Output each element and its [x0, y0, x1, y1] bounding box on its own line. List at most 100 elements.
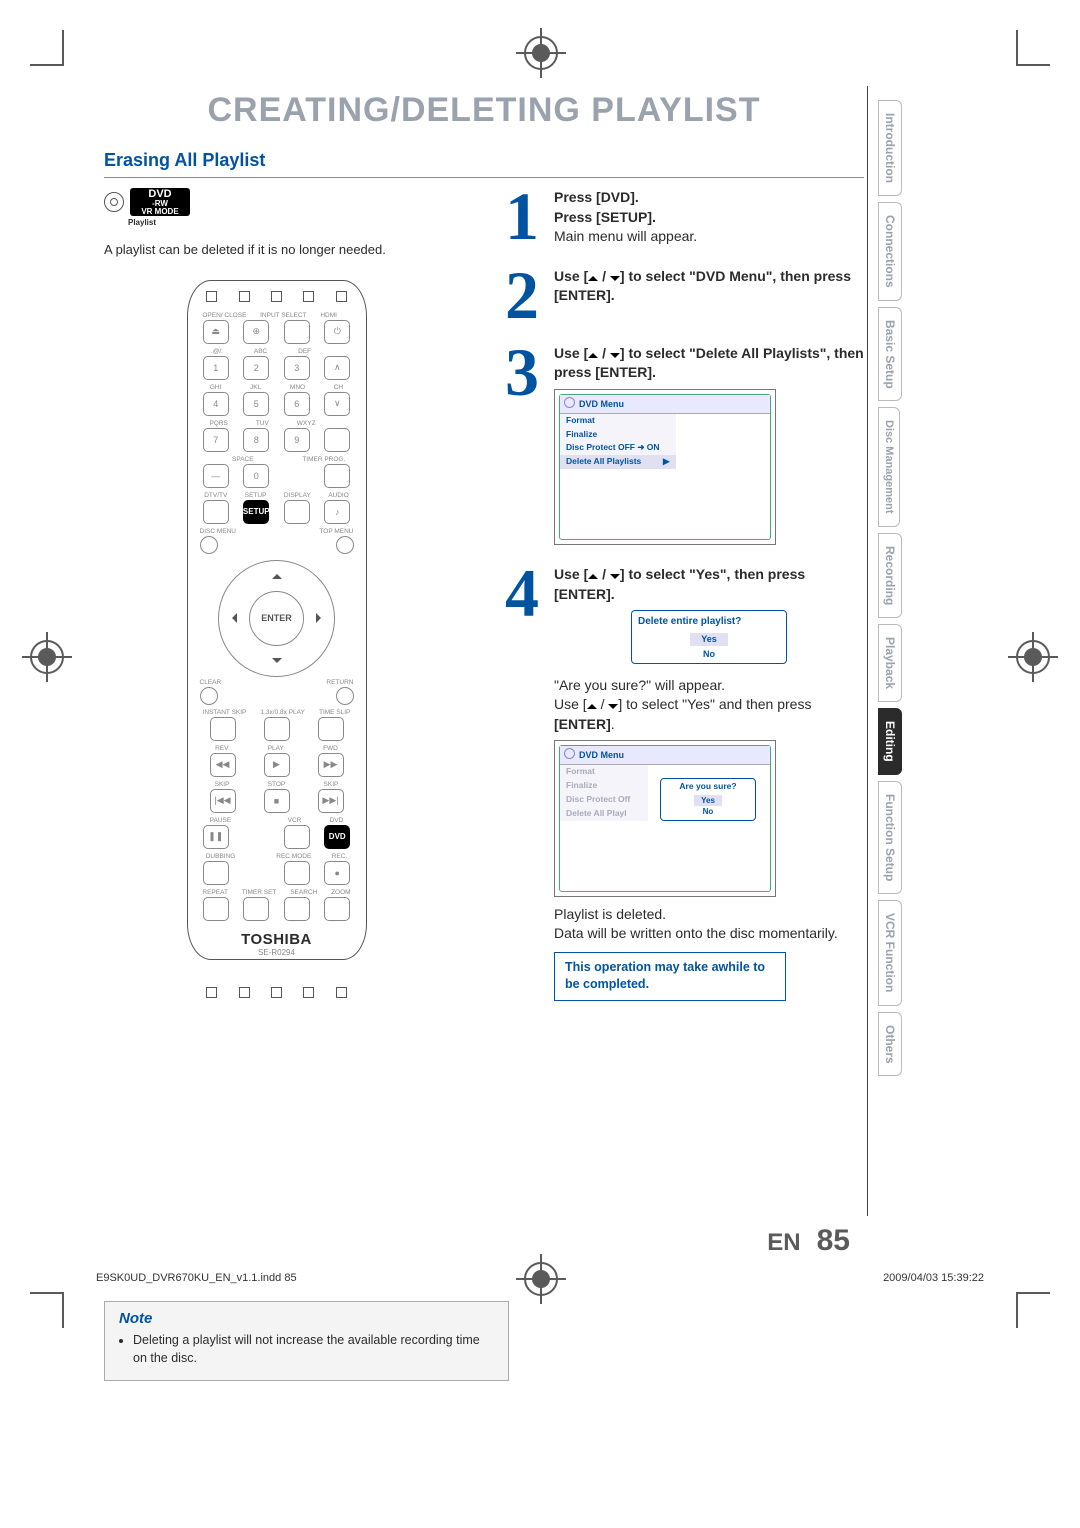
- disc-icon: [104, 192, 124, 212]
- rec-button: ●: [324, 861, 350, 885]
- stop-button: ■: [264, 789, 290, 813]
- play-button: ▶: [264, 753, 290, 777]
- rev-button: ◀◀: [210, 753, 236, 777]
- registration-mark-bottom: [524, 1262, 558, 1296]
- ir-led: [206, 291, 217, 302]
- speed-play-button: [264, 717, 290, 741]
- step-2-number: 2: [494, 267, 550, 324]
- label-row: OPEN/ CLOSEINPUT SELECTHDMI: [196, 312, 358, 319]
- osd-dvd-menu-2: DVD Menu Format Finalize Disc Protect Of…: [554, 740, 776, 896]
- skip-fwd-button: ▶▶|: [318, 789, 344, 813]
- registration-mark-left: [30, 640, 64, 674]
- content-area: CREATING/DELETING PLAYLIST Erasing All P…: [103, 90, 865, 1232]
- display-button: [284, 500, 310, 524]
- down-arrow-icon: [608, 704, 618, 709]
- footer-left: E9SK0UD_DVR670KU_EN_v1.1.indd 85: [96, 1272, 297, 1284]
- hdmi-button: [284, 320, 310, 344]
- step-4-number: 4: [494, 565, 550, 1001]
- key-7: 7: [203, 428, 229, 452]
- tab-recording: Recording: [878, 533, 902, 618]
- step-4-deleted: Playlist is deleted.: [554, 906, 666, 922]
- dpad: ENTER: [218, 560, 335, 677]
- step-1-number: 1: [494, 188, 550, 247]
- intro-text: A playlist can be deleted if it is no lo…: [104, 240, 449, 260]
- osd1-item: Finalize: [560, 428, 676, 442]
- osd1-item: Format: [560, 414, 676, 428]
- ch-down-button: ∨: [324, 392, 350, 416]
- remote-ir-row: [196, 291, 358, 302]
- timer-prog-button: [324, 464, 350, 488]
- ir-led: [303, 987, 314, 998]
- left-column: DVD -RW VR MODE Playlist A playlist can …: [104, 188, 449, 960]
- crop-mark: [1016, 64, 1050, 66]
- return-button: [336, 687, 354, 705]
- enter-button: ENTER: [249, 591, 304, 646]
- ir-led: [303, 291, 314, 302]
- tab-introduction: Introduction: [878, 100, 902, 196]
- step-3: 3 Use [ / ] to select "Delete All Playli…: [494, 344, 864, 545]
- tab-playback: Playback: [878, 624, 902, 702]
- instant-skip-button: [210, 717, 236, 741]
- key-9: 9: [284, 428, 310, 452]
- disc-menu-button: [200, 536, 218, 554]
- key-3: 3: [284, 356, 310, 380]
- key-6: 6: [284, 392, 310, 416]
- registration-mark-right: [1016, 640, 1050, 674]
- disc-badge: DVD -RW VR MODE: [130, 188, 190, 216]
- disc-badge-row: DVD -RW VR MODE: [104, 188, 449, 216]
- crop-mark: [62, 30, 64, 64]
- chapter-tabs: Introduction Connections Basic Setup Dis…: [878, 100, 920, 1082]
- setup-button: SETUP: [243, 500, 269, 524]
- pause-button: ❚❚: [203, 825, 229, 849]
- osd3-popup: Are you sure? Yes No: [660, 778, 756, 820]
- top-menu-button: [336, 536, 354, 554]
- search-button: [284, 897, 310, 921]
- remote-bottom-row: [196, 987, 358, 998]
- tab-basic-setup: Basic Setup: [878, 307, 902, 402]
- badge-sub: Playlist: [128, 218, 449, 227]
- dpad-down-icon: [272, 658, 282, 668]
- crop-mark: [1016, 1292, 1050, 1294]
- down-arrow-icon: [610, 353, 620, 358]
- note-item: Deleting a playlist will not increase th…: [133, 1331, 494, 1369]
- crop-mark: [1016, 1294, 1018, 1328]
- page-rule: [867, 86, 868, 1216]
- input-select-button: ⊕: [243, 320, 269, 344]
- section-title: Erasing All Playlist: [104, 148, 864, 178]
- tab-disc-management: Disc Management: [878, 407, 900, 527]
- vcr-button: [284, 825, 310, 849]
- up-arrow-icon: [588, 574, 598, 579]
- skip-back-button: |◀◀: [210, 789, 236, 813]
- audio-button: ♪: [324, 500, 350, 524]
- page-number: EN85: [767, 1224, 850, 1258]
- step-1-line1: Press [DVD].: [554, 189, 639, 205]
- up-arrow-icon: [588, 353, 598, 358]
- down-arrow-icon: [610, 276, 620, 281]
- step-1-line3: Main menu will appear.: [554, 228, 697, 244]
- rec-mode-button: [284, 861, 310, 885]
- dash-button: —: [203, 464, 229, 488]
- power-button: ⏻: [324, 320, 350, 344]
- note-box: Note Deleting a playlist will not increa…: [104, 1301, 509, 1382]
- up-arrow-icon: [587, 704, 597, 709]
- right-column: 1 Press [DVD]. Press [SETUP]. Main menu …: [494, 188, 864, 1021]
- option-no: No: [634, 648, 784, 661]
- open-close-button: ⏏: [203, 320, 229, 344]
- key-0: 0: [243, 464, 269, 488]
- osd-dvd-menu-1: DVD Menu Format Finalize Disc Protect OF…: [554, 389, 776, 545]
- timer-set-button: [243, 897, 269, 921]
- brand-label: TOSHIBA: [196, 931, 358, 948]
- tab-vcr-function: VCR Function: [878, 900, 902, 1005]
- option-yes: Yes: [690, 633, 728, 646]
- dpad-up-icon: [272, 569, 282, 579]
- footer-right: 2009/04/03 15:39:22: [883, 1272, 984, 1284]
- dubbing-button: [203, 861, 229, 885]
- blank-button: [324, 428, 350, 452]
- clear-button: [200, 687, 218, 705]
- step-4-line4: "Are you sure?" will appear.: [554, 677, 725, 693]
- step-1: 1 Press [DVD]. Press [SETUP]. Main menu …: [494, 188, 864, 247]
- tab-editing: Editing: [878, 708, 902, 775]
- time-slip-button: [318, 717, 344, 741]
- note-heading: Note: [119, 1310, 494, 1327]
- key-4: 4: [203, 392, 229, 416]
